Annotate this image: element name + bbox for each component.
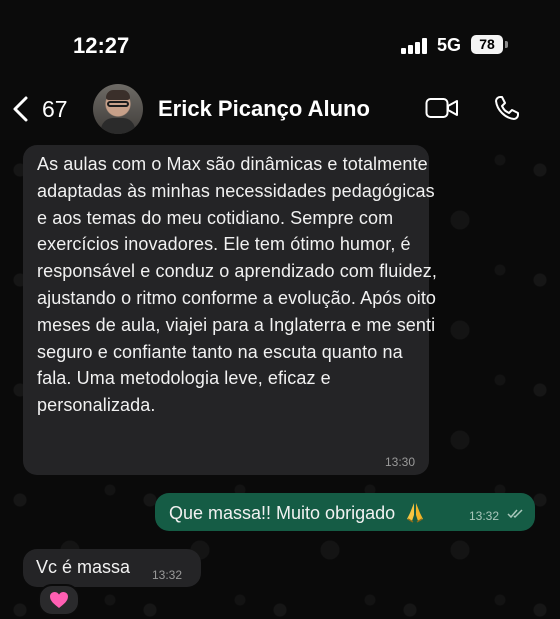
- status-time: 12:27: [73, 33, 130, 58]
- message-time: 13:30: [384, 455, 415, 469]
- back-unread-count[interactable]: 67: [42, 96, 68, 123]
- contact-avatar[interactable]: [93, 84, 143, 134]
- message-text-wrap: Que massa!! Muito obrigado: [169, 501, 426, 524]
- contact-name[interactable]: Erick Picanço Aluno: [158, 96, 370, 122]
- avatar-shirt: [101, 118, 135, 134]
- phone-icon[interactable]: [494, 95, 520, 121]
- message-text: Que massa!! Muito obrigado: [169, 503, 396, 523]
- message-incoming-2[interactable]: Vc é massa 13:32: [23, 549, 201, 587]
- message-outgoing-1[interactable]: Que massa!! Muito obrigado 13:32: [155, 493, 535, 531]
- avatar-glasses: [107, 101, 129, 107]
- message-text: Vc é massa: [36, 557, 131, 577]
- double-check-icon: [507, 509, 523, 519]
- pink-heart-icon: [50, 592, 68, 608]
- chevron-left-icon[interactable]: [10, 95, 34, 123]
- message-reaction[interactable]: [38, 584, 80, 616]
- message-incoming-1[interactable]: As aulas com o Max são dinâmicas e total…: [23, 145, 437, 475]
- signal-icon: [401, 38, 431, 54]
- video-camera-icon[interactable]: [425, 97, 459, 119]
- message-time: 13:32: [152, 568, 183, 582]
- folded-hands-icon: [407, 503, 424, 523]
- message-time: 13:32: [469, 509, 500, 523]
- message-text: As aulas com o Max são dinâmicas e total…: [37, 154, 437, 416]
- battery-icon: 78: [471, 35, 503, 54]
- avatar-hair: [106, 90, 130, 100]
- battery-tip: [505, 41, 508, 48]
- network-type: 5G: [437, 35, 462, 55]
